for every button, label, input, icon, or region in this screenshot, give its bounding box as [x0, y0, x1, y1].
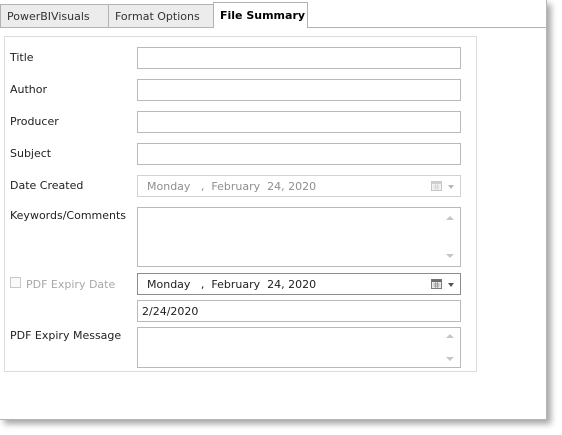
producer-label: Producer: [10, 115, 59, 128]
date-created-picker[interactable]: Monday , February 24, 2020: [137, 175, 461, 197]
tab-label: Format Options: [115, 10, 200, 23]
title-label: Title: [10, 51, 34, 64]
pdf-expiry-message-textarea[interactable]: [137, 327, 461, 368]
pdf-expiry-date-picker[interactable]: Monday , February 24, 2020: [137, 273, 461, 295]
title-input[interactable]: [137, 47, 461, 69]
pdf-expiry-date-checkbox[interactable]: [10, 277, 21, 288]
calendar-icon: [431, 181, 442, 191]
chevron-down-icon[interactable]: [448, 283, 454, 287]
date-created-label: Date Created: [10, 179, 84, 192]
scroll-down-arrow-icon[interactable]: [446, 254, 454, 258]
scroll-up-arrow-icon[interactable]: [446, 216, 454, 220]
author-label: Author: [10, 83, 48, 96]
pdf-expiry-date-text-input[interactable]: 2/24/2020: [137, 300, 461, 322]
calendar-icon: [431, 279, 442, 289]
tab-label: PowerBIVisuals: [7, 10, 90, 23]
date-created-value: Monday , February 24, 2020: [147, 180, 317, 193]
pdf-expiry-date-short-value: 2/24/2020: [142, 305, 199, 318]
tab-label: File Summary: [220, 9, 306, 22]
pdf-expiry-date-label: PDF Expiry Date: [26, 278, 116, 291]
author-input[interactable]: [137, 79, 461, 101]
subject-input[interactable]: [137, 143, 461, 165]
keywords-label: Keywords/Comments: [10, 209, 127, 222]
tab-file-summary[interactable]: File Summary: [213, 2, 308, 28]
pdf-expiry-date-value: Monday , February 24, 2020: [147, 278, 317, 291]
tab-format-options[interactable]: Format Options: [108, 4, 214, 27]
keywords-textarea[interactable]: [137, 207, 461, 267]
producer-input[interactable]: [137, 111, 461, 133]
tab-powerbi-visuals[interactable]: PowerBIVisuals: [0, 4, 109, 27]
subject-label: Subject: [10, 147, 52, 160]
scroll-up-arrow-icon[interactable]: [446, 334, 454, 338]
pdf-expiry-message-label: PDF Expiry Message: [10, 329, 122, 342]
chevron-down-icon[interactable]: [448, 185, 454, 189]
scroll-down-arrow-icon[interactable]: [446, 357, 454, 361]
file-summary-dialog: PowerBIVisuals Format Options File Summa…: [0, 0, 547, 420]
